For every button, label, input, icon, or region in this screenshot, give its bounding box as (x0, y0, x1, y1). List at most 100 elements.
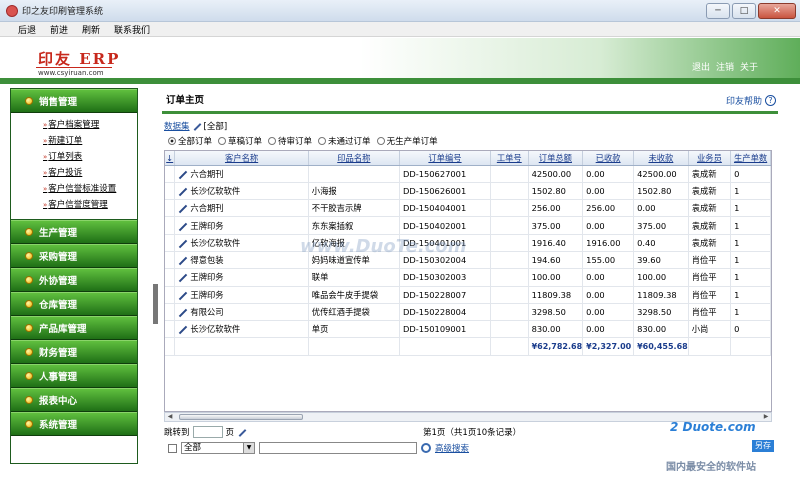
row-gutter (165, 268, 176, 287)
radio-icon[interactable] (268, 137, 277, 145)
edit-icon[interactable] (178, 204, 188, 213)
cell-text: 0 (734, 168, 740, 179)
arrow-icon: » (43, 137, 48, 145)
table-cell: 肖俭平 (688, 303, 732, 322)
sidebar-section[interactable]: 产品库管理 (11, 316, 137, 340)
column-header[interactable]: 工单号 (490, 151, 529, 166)
column-header[interactable]: 已收款 (582, 151, 635, 166)
menu-refresh[interactable]: 刷新 (82, 23, 100, 36)
sidebar-section[interactable]: 外协管理 (11, 268, 137, 292)
sidebar-section[interactable]: 采购管理 (11, 244, 137, 268)
sidebar-section[interactable]: 系统管理 (11, 412, 137, 436)
table-row[interactable]: 长沙亿软软件 小海报 DD-150626001 1502.80 0.00 1502.80 袁… (165, 182, 771, 201)
edit-icon[interactable] (192, 122, 202, 131)
edit-icon[interactable] (178, 222, 188, 231)
cell-text: 王牌印务 (190, 220, 224, 231)
search-field-select[interactable]: 全部 ▼ (181, 442, 255, 454)
sidebar-section[interactable]: 仓库管理 (11, 292, 137, 316)
column-header[interactable]: 未收款 (633, 151, 689, 166)
table-row[interactable]: 长沙亿软软件 单页 DD-150109001 830.00 0.00 830.00 小尚 0 (165, 320, 771, 339)
table-row[interactable]: 长沙亿软软件 亿软海报 DD-150401001 1916.40 1916.00 0.40… (165, 234, 771, 252)
submenu-item[interactable]: »客户投诉 (43, 165, 137, 181)
filter-no-production[interactable]: 无生产单订单 (376, 135, 438, 147)
about-link[interactable]: 关于 (740, 60, 758, 73)
sales-submenu: »客户档案管理 »新建订单 »订单列表 »客户投诉 »客户信誉标准设置 »客户信… (11, 113, 137, 220)
sidebar-section[interactable]: 财务管理 (11, 340, 137, 364)
submenu-item[interactable]: »客户信誉标准设置 (43, 181, 137, 197)
sidebar-section[interactable]: 生产管理 (11, 220, 137, 244)
scroll-thumb[interactable] (179, 414, 303, 420)
signout-link[interactable]: 注销 (716, 60, 734, 73)
table-row[interactable]: 有限公司 优传红酒手提袋 DD-150228004 3298.50 0.00 3298.5… (165, 303, 771, 322)
column-header[interactable]: 印品名称 (308, 151, 400, 166)
page-input[interactable] (192, 426, 223, 438)
edit-icon[interactable] (178, 308, 188, 317)
cell-text: 优传红酒手提袋 (311, 307, 370, 318)
submenu-item[interactable]: »新建订单 (43, 133, 137, 149)
radio-icon[interactable] (168, 137, 176, 145)
go-icon[interactable] (237, 428, 247, 437)
help-link[interactable]: 印友帮助? (726, 94, 776, 107)
cell-text: 1 (734, 237, 740, 248)
table-cell: 375.00 (528, 216, 584, 235)
edit-icon[interactable] (178, 256, 188, 265)
table-cell: 1 (730, 216, 771, 235)
cell-text: 王牌印务 (190, 289, 224, 300)
logout-link[interactable]: 退出 (692, 60, 710, 73)
cell-text: 0.00 (637, 203, 656, 214)
search-input[interactable] (259, 442, 417, 454)
filter-pending[interactable]: 待审订单 (268, 135, 312, 147)
bullet-icon (25, 372, 33, 380)
table-row[interactable]: 王牌印务 唯品会牛皮手提袋 DD-150228007 11809.38 0.00 1180… (165, 286, 771, 304)
submenu-item[interactable]: »订单列表 (43, 149, 137, 165)
cell-text: 袁成新 (691, 220, 717, 231)
maximize-button[interactable]: □ (732, 3, 756, 19)
edit-icon[interactable] (178, 325, 188, 334)
advanced-search-link[interactable]: 高级搜索 (435, 442, 469, 454)
table-header-row: ↓ 客户名称 印品名称 订单编号 工单号 订单总额 已收款 未收款 业务员 生产… (165, 151, 771, 166)
table-row[interactable]: 六合期刊 不干胶吉示牌 DD-150404001 256.00 256.00 0.00 袁成… (165, 199, 771, 218)
table-row[interactable]: 王牌印务 联单 DD-150302003 100.00 0.00 100.00 肖俭平 1 (165, 268, 771, 287)
filter-draft[interactable]: 草稿订单 (218, 135, 262, 147)
table-cell: 1502.80 (528, 182, 584, 201)
panel-splitter[interactable] (153, 284, 158, 324)
search-checkbox[interactable] (168, 443, 177, 453)
scroll-left-icon[interactable]: ◀ (165, 413, 175, 421)
table-row[interactable]: 王牌印务 东东案插叙 DD-150402001 375.00 0.00 375.00 袁成新… (165, 216, 771, 235)
table-cell: DD-150228004 (399, 303, 492, 322)
close-button[interactable]: ✕ (758, 3, 796, 19)
submenu-item[interactable]: »客户档案管理 (43, 117, 137, 133)
dataset-link[interactable]: 数据集 (164, 120, 190, 132)
sidebar-section-sales[interactable]: 销售管理 (11, 89, 137, 113)
radio-icon[interactable] (318, 137, 327, 145)
sidebar-section[interactable]: 人事管理 (11, 364, 137, 388)
column-header[interactable]: 订单总额 (528, 151, 584, 166)
table-row[interactable]: 得意包装 妈妈味道宣传单 DD-150302004 194.60 155.00 39.60… (165, 251, 771, 270)
column-header[interactable]: 客户名称 (174, 151, 309, 166)
filter-all[interactable]: 全部订单 (168, 135, 212, 147)
header-stripe (0, 78, 800, 84)
radio-icon[interactable] (376, 137, 385, 145)
table-body: 六合期刊 DD-150627001 42500.00 0.00 42500.00 袁成新 0… (165, 165, 771, 356)
minimize-button[interactable]: ─ (706, 3, 730, 19)
edit-icon[interactable] (178, 170, 188, 179)
column-header[interactable]: 订单编号 (399, 151, 492, 166)
menu-contact[interactable]: 联系我们 (114, 23, 150, 36)
sort-icon[interactable]: ↓ (165, 151, 176, 166)
edit-icon[interactable] (178, 239, 188, 248)
submenu-item[interactable]: »客户信誉度管理 (43, 197, 137, 213)
search-icon[interactable] (421, 443, 431, 453)
radio-icon[interactable] (218, 137, 227, 145)
edit-icon[interactable] (178, 291, 188, 300)
filter-rejected[interactable]: 未通过订单 (318, 135, 371, 147)
table-row[interactable]: 六合期刊 DD-150627001 42500.00 0.00 42500.00 袁成新 0 (165, 165, 771, 183)
edit-icon[interactable] (178, 273, 188, 282)
table-cell: 1 (730, 303, 771, 322)
sidebar-section[interactable]: 报表中心 (11, 388, 137, 412)
edit-icon[interactable] (178, 187, 188, 196)
menu-forward[interactable]: 前进 (50, 23, 68, 36)
menu-back[interactable]: 后退 (18, 23, 36, 36)
column-header[interactable]: 业务员 (688, 151, 732, 166)
column-header[interactable]: 生产单数 (730, 151, 771, 166)
table-cell: 长沙亿软软件 (174, 234, 309, 252)
